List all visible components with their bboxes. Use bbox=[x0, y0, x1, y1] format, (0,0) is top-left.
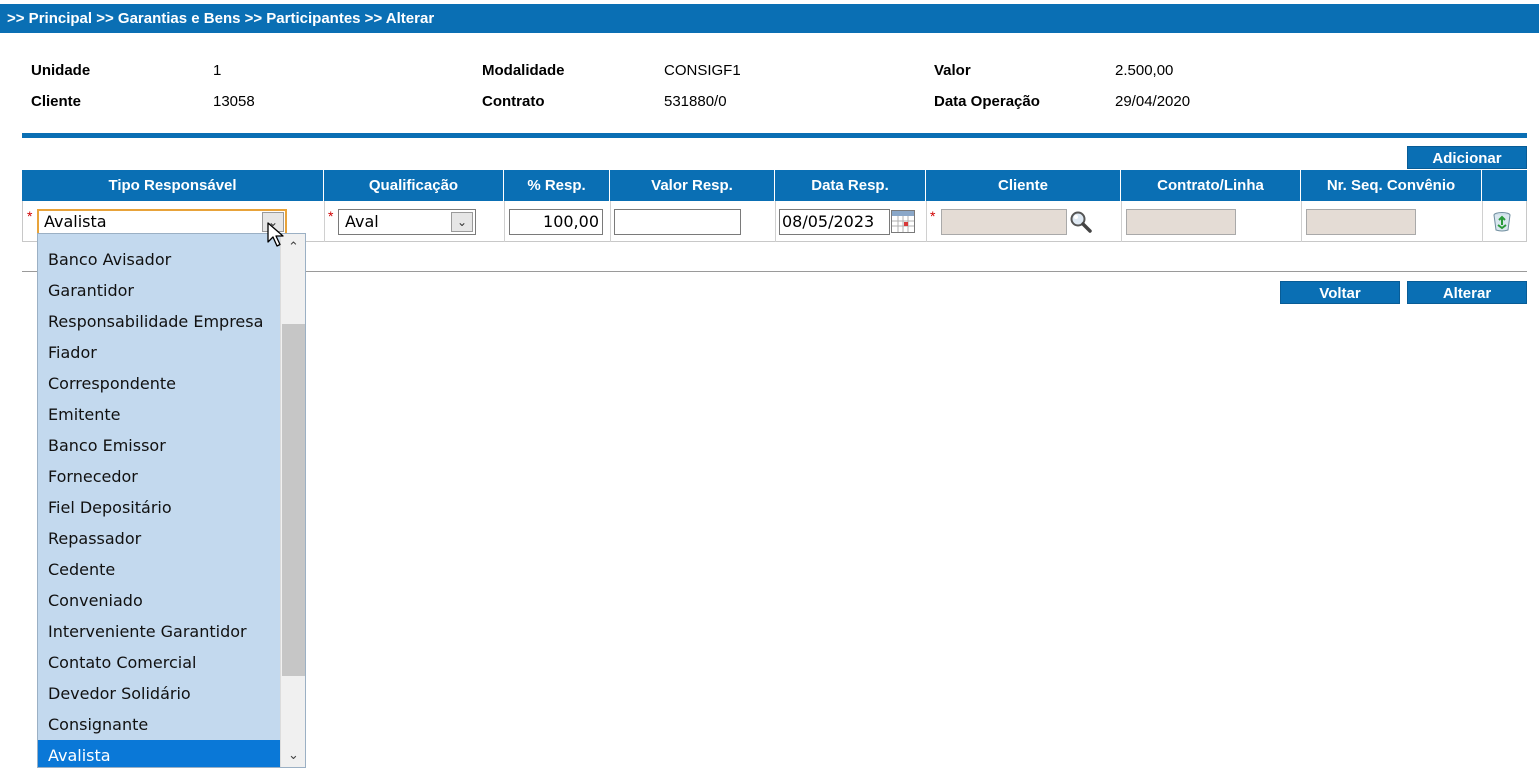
cell-divider bbox=[1482, 201, 1483, 242]
breadcrumb: >> Principal >> Garantias e Bens >> Part… bbox=[0, 4, 1539, 33]
recycle-bin-icon[interactable] bbox=[1491, 210, 1513, 232]
dropdown-option[interactable]: Cedente bbox=[38, 554, 281, 585]
header-actions bbox=[1482, 170, 1527, 201]
cell-divider bbox=[1301, 201, 1302, 242]
chevron-down-icon[interactable]: ⌄ bbox=[451, 212, 473, 232]
header-cliente: Cliente bbox=[926, 170, 1121, 201]
dropdown-option[interactable]: Fornecedor bbox=[38, 461, 281, 492]
dropdown-option[interactable]: Correspondente bbox=[38, 368, 281, 399]
valor-resp-input[interactable] bbox=[614, 209, 741, 235]
modalidade-value: CONSIGF1 bbox=[664, 62, 741, 79]
cell-divider bbox=[926, 201, 927, 242]
dropdown-option[interactable]: Banco Emissor bbox=[38, 430, 281, 461]
tipo-responsavel-select[interactable]: Avalista ⌄ bbox=[37, 209, 287, 235]
dropdown-option[interactable]: Repassador bbox=[38, 523, 281, 554]
dropdown-option[interactable]: Responsabilidade Empresa bbox=[38, 306, 281, 337]
cliente-input[interactable] bbox=[941, 209, 1067, 235]
tipo-responsavel-dropdown-list[interactable]: Banco Avisador Garantidor Responsabilida… bbox=[37, 233, 306, 768]
cell-divider bbox=[504, 201, 505, 242]
adicionar-button[interactable]: Adicionar bbox=[1407, 146, 1527, 169]
dropdown-option-selected[interactable]: Avalista bbox=[38, 740, 281, 767]
dropdown-option[interactable]: Consignante bbox=[38, 709, 281, 740]
valor-value: 2.500,00 bbox=[1115, 62, 1174, 79]
unidade-value: 1 bbox=[213, 62, 222, 79]
dropdown-option[interactable]: Contato Comercial bbox=[38, 647, 281, 678]
header-perc-resp: % Resp. bbox=[504, 170, 610, 201]
data-operacao-label: Data Operação bbox=[934, 93, 1040, 110]
cell-divider bbox=[1121, 201, 1122, 242]
data-resp-input[interactable]: 08/05/2023 bbox=[779, 209, 890, 235]
header-nr-seq-convenio: Nr. Seq. Convênio bbox=[1301, 170, 1482, 201]
dropdown-option[interactable]: Fiel Depositário bbox=[38, 492, 281, 523]
dropdown-option[interactable]: Interveniente Garantidor bbox=[38, 616, 281, 647]
header-contrato-linha: Contrato/Linha bbox=[1121, 170, 1301, 201]
cell-divider bbox=[775, 201, 776, 242]
valor-label: Valor bbox=[934, 62, 971, 79]
unidade-label: Unidade bbox=[31, 62, 91, 79]
dropdown-option[interactable]: Conveniado bbox=[38, 585, 281, 616]
dropdown-option[interactable]: Emitente bbox=[38, 399, 281, 430]
header-tipo-responsavel: Tipo Responsável bbox=[22, 170, 324, 201]
scrollbar-thumb[interactable] bbox=[282, 324, 305, 676]
header-valor-resp: Valor Resp. bbox=[610, 170, 775, 201]
data-operacao-value: 29/04/2020 bbox=[1115, 93, 1191, 110]
modalidade-label: Modalidade bbox=[482, 62, 565, 79]
contrato-label: Contrato bbox=[482, 93, 545, 110]
required-mark: * bbox=[328, 208, 334, 224]
required-mark: * bbox=[930, 208, 936, 224]
dropdown-option[interactable]: Devedor Solidário bbox=[38, 678, 281, 709]
scroll-down-icon[interactable]: ⌄ bbox=[281, 745, 305, 765]
qualificacao-select[interactable]: Aval ⌄ bbox=[338, 209, 476, 235]
required-mark: * bbox=[27, 208, 33, 224]
nr-seq-convenio-input[interactable] bbox=[1306, 209, 1416, 235]
alterar-button[interactable]: Alterar bbox=[1407, 281, 1527, 304]
cliente-value: 13058 bbox=[213, 93, 255, 110]
dropdown-option[interactable]: Banco Avisador bbox=[38, 244, 281, 275]
tipo-responsavel-value: Avalista bbox=[44, 212, 107, 231]
header-qualificacao: Qualificação bbox=[324, 170, 504, 201]
dropdown-option[interactable]: Fiador bbox=[38, 337, 281, 368]
magnifier-icon[interactable] bbox=[1069, 210, 1093, 234]
cell-divider bbox=[610, 201, 611, 242]
contrato-linha-input[interactable] bbox=[1126, 209, 1236, 235]
section-divider bbox=[22, 133, 1527, 138]
cell-divider bbox=[324, 201, 325, 242]
perc-resp-input[interactable]: 100,00 bbox=[509, 209, 603, 235]
cliente-label: Cliente bbox=[31, 93, 82, 110]
mouse-cursor-icon bbox=[267, 222, 284, 247]
qualificacao-value: Aval bbox=[345, 212, 379, 231]
dropdown-scrollbar[interactable]: ⌃ ⌄ bbox=[280, 234, 305, 767]
header-data-resp: Data Resp. bbox=[775, 170, 926, 201]
voltar-button[interactable]: Voltar bbox=[1280, 281, 1400, 304]
calendar-icon[interactable] bbox=[891, 210, 915, 233]
dropdown-option[interactable]: Garantidor bbox=[38, 275, 281, 306]
contrato-value: 531880/0 bbox=[664, 93, 727, 110]
